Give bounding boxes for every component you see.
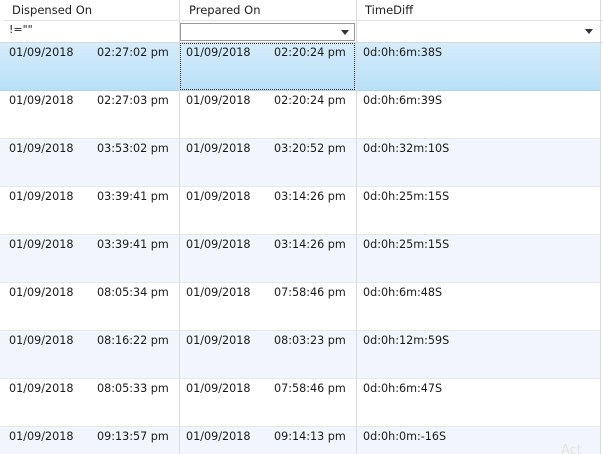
dispensed-time-cell[interactable]: 03:39:41 pm	[97, 190, 169, 203]
column-divider	[356, 0, 357, 454]
dispensed-date-cell[interactable]: 01/09/2018	[9, 382, 73, 395]
prepared-time-cell[interactable]: 03:14:26 pm	[274, 190, 346, 203]
table-row[interactable]: 01/09/2018 09:13:57 pm 01/09/2018 09:14:13 …	[0, 427, 600, 454]
prepared-date-cell[interactable]: 01/09/2018	[186, 286, 250, 299]
data-grid[interactable]: Dispensed On Prepared On TimeDiff !="" 0…	[0, 0, 603, 454]
timediff-cell[interactable]: 0d:0h:0m:-16S	[363, 430, 446, 443]
dispensed-date-cell[interactable]: 01/09/2018	[9, 430, 73, 443]
column-header-prepared-on[interactable]: Prepared On	[181, 0, 356, 21]
table-row[interactable]: 01/09/2018 03:39:41 pm 01/09/2018 03:14:26 …	[0, 235, 600, 283]
dispensed-time-cell[interactable]: 08:05:33 pm	[97, 382, 169, 395]
table-row[interactable]: 01/09/2018 08:05:33 pm 01/09/2018 07:58:46 …	[0, 379, 600, 427]
prepared-date-cell[interactable]: 01/09/2018	[186, 46, 250, 59]
table-row[interactable]: 01/09/2018 08:05:34 pm 01/09/2018 07:58:46 …	[0, 283, 600, 331]
timediff-cell[interactable]: 0d:0h:6m:48S	[363, 286, 442, 299]
prepared-time-cell[interactable]: 07:58:46 pm	[274, 382, 346, 395]
timediff-cell[interactable]: 0d:0h:25m:15S	[363, 190, 449, 203]
table-row[interactable]: 01/09/2018 08:16:22 pm 01/09/2018 08:03:23 …	[0, 331, 600, 379]
timediff-cell[interactable]: 0d:0h:6m:39S	[363, 94, 442, 107]
prepared-date-cell[interactable]: 01/09/2018	[186, 334, 250, 347]
prepared-time-cell[interactable]: 03:20:52 pm	[274, 142, 346, 155]
column-header-dispensed-on[interactable]: Dispensed On	[4, 0, 180, 21]
prepared-time-cell[interactable]: 02:20:24 pm	[274, 94, 346, 107]
timediff-cell[interactable]: 0d:0h:6m:38S	[363, 46, 442, 59]
dispensed-date-cell[interactable]: 01/09/2018	[9, 46, 73, 59]
dispensed-time-cell[interactable]: 02:27:02 pm	[97, 46, 169, 59]
dispensed-date-cell[interactable]: 01/09/2018	[9, 238, 73, 251]
table-row[interactable]: 01/09/2018 03:39:41 pm 01/09/2018 03:14:26 …	[0, 187, 600, 235]
dispensed-time-cell[interactable]: 08:05:34 pm	[97, 286, 169, 299]
dispensed-date-cell[interactable]: 01/09/2018	[9, 142, 73, 155]
dispensed-date-cell[interactable]: 01/09/2018	[9, 286, 73, 299]
timediff-cell[interactable]: 0d:0h:32m:10S	[363, 142, 449, 155]
timediff-cell[interactable]: 0d:0h:12m:59S	[363, 334, 449, 347]
dispensed-date-cell[interactable]: 01/09/2018	[9, 334, 73, 347]
prepared-time-cell[interactable]: 08:03:23 pm	[274, 334, 346, 347]
prepared-time-cell[interactable]: 07:58:46 pm	[274, 286, 346, 299]
timediff-cell[interactable]: 0d:0h:25m:15S	[363, 238, 449, 251]
prepared-date-cell[interactable]: 01/09/2018	[186, 430, 250, 443]
grid-header: Dispensed On Prepared On TimeDiff	[0, 0, 603, 22]
prepared-date-cell[interactable]: 01/09/2018	[186, 238, 250, 251]
dispensed-time-cell[interactable]: 03:39:41 pm	[97, 238, 169, 251]
dispensed-date-cell[interactable]: 01/09/2018	[9, 94, 73, 107]
column-divider	[179, 0, 180, 454]
table-row[interactable]: 01/09/2018 03:53:02 pm 01/09/2018 03:20:52 …	[0, 139, 600, 187]
filter-timediff[interactable]	[357, 23, 601, 41]
prepared-date-cell[interactable]: 01/09/2018	[186, 190, 250, 203]
table-row[interactable]: 01/09/2018 02:27:02 pm 01/09/2018 02:20:24 …	[0, 43, 600, 91]
chevron-down-icon[interactable]	[341, 30, 349, 35]
table-row[interactable]: 01/09/2018 02:27:03 pm 01/09/2018 02:20:24 …	[0, 91, 600, 139]
dispensed-date-cell[interactable]: 01/09/2018	[9, 190, 73, 203]
filter-dispensed-on[interactable]: !=""	[2, 23, 179, 41]
dispensed-time-cell[interactable]: 09:13:57 pm	[97, 430, 169, 443]
dispensed-time-cell[interactable]: 02:27:03 pm	[97, 94, 169, 107]
filter-row: !=""	[0, 22, 603, 43]
dispensed-time-cell[interactable]: 03:53:02 pm	[97, 142, 169, 155]
prepared-date-cell[interactable]: 01/09/2018	[186, 382, 250, 395]
dispensed-time-cell[interactable]: 08:16:22 pm	[97, 334, 169, 347]
grid-right-border	[600, 0, 601, 454]
prepared-time-cell[interactable]: 02:20:24 pm	[274, 46, 346, 59]
chevron-down-icon[interactable]	[585, 29, 593, 34]
activation-watermark: Act	[561, 443, 582, 454]
prepared-date-cell[interactable]: 01/09/2018	[186, 142, 250, 155]
timediff-cell[interactable]: 0d:0h:6m:47S	[363, 382, 442, 395]
column-header-timediff[interactable]: TimeDiff	[357, 0, 603, 21]
prepared-date-cell[interactable]: 01/09/2018	[186, 94, 250, 107]
filter-dispensed-value: !=""	[9, 23, 33, 36]
prepared-time-cell[interactable]: 03:14:26 pm	[274, 238, 346, 251]
filter-prepared-on[interactable]	[180, 23, 355, 41]
prepared-time-cell[interactable]: 09:14:13 pm	[274, 430, 346, 443]
